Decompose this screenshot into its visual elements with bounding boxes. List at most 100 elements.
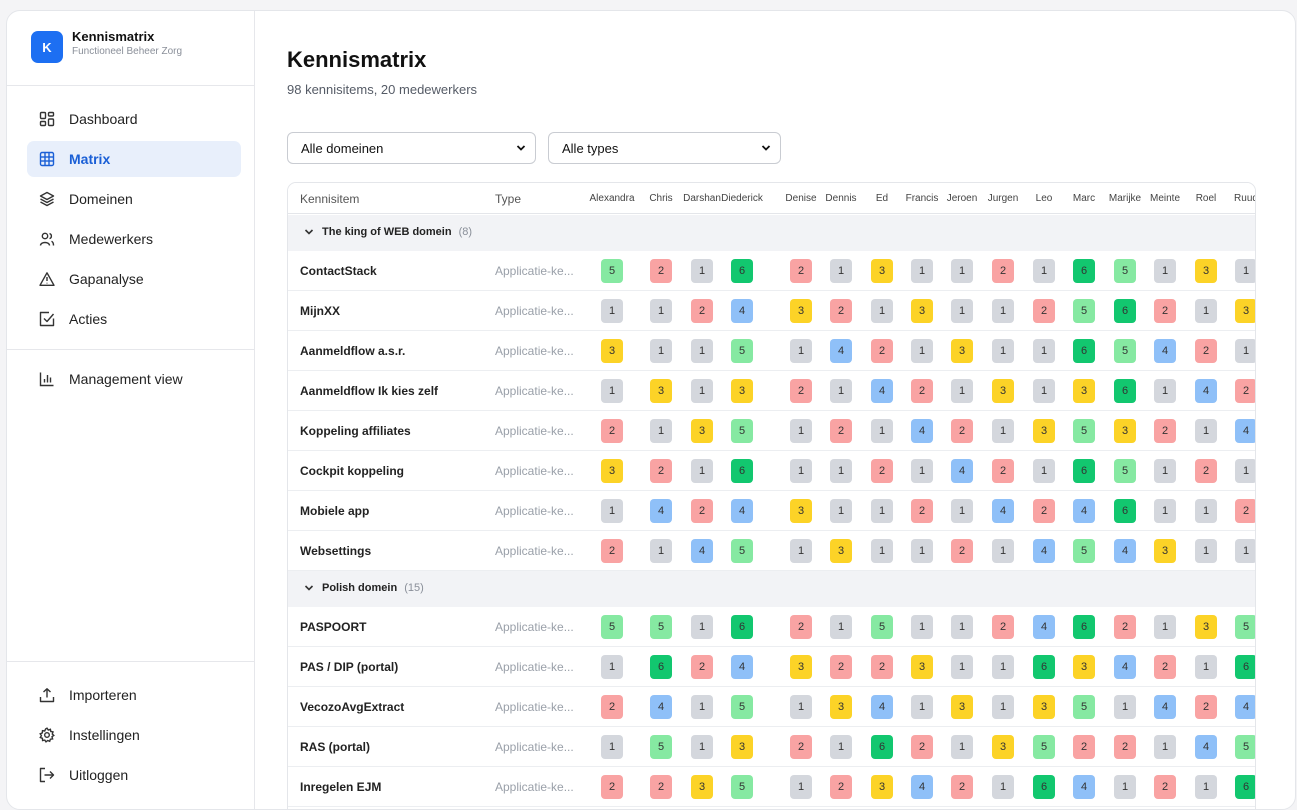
score-cell[interactable]: 1 — [1033, 379, 1055, 403]
score-cell[interactable]: 1 — [951, 499, 973, 523]
score-cell[interactable]: 1 — [650, 339, 672, 363]
score-cell[interactable]: 3 — [601, 339, 623, 363]
sidebar-item-dashboard[interactable]: Dashboard — [27, 101, 241, 137]
score-cell[interactable]: 1 — [1033, 259, 1055, 283]
score-cell[interactable]: 1 — [1114, 695, 1136, 719]
score-cell[interactable]: 3 — [790, 499, 812, 523]
score-cell[interactable]: 1 — [691, 615, 713, 639]
score-cell[interactable]: 3 — [1033, 419, 1055, 443]
score-cell[interactable]: 2 — [1033, 499, 1055, 523]
score-cell[interactable]: 1 — [1235, 339, 1255, 363]
score-cell[interactable]: 1 — [911, 539, 933, 563]
score-cell[interactable]: 4 — [731, 655, 753, 679]
sidebar-item-instellingen[interactable]: Instellingen — [27, 717, 241, 753]
score-cell[interactable]: 2 — [992, 615, 1014, 639]
score-cell[interactable]: 6 — [731, 615, 753, 639]
score-cell[interactable]: 3 — [1195, 615, 1217, 639]
score-cell[interactable]: 6 — [871, 735, 893, 759]
score-cell[interactable]: 4 — [951, 459, 973, 483]
score-cell[interactable]: 2 — [830, 419, 852, 443]
score-cell[interactable]: 6 — [1033, 775, 1055, 799]
score-cell[interactable]: 1 — [1154, 259, 1176, 283]
score-cell[interactable]: 5 — [1114, 339, 1136, 363]
score-cell[interactable]: 5 — [1073, 695, 1095, 719]
score-cell[interactable]: 4 — [911, 775, 933, 799]
score-cell[interactable]: 4 — [1195, 379, 1217, 403]
score-cell[interactable]: 2 — [650, 459, 672, 483]
score-cell[interactable]: 2 — [830, 655, 852, 679]
score-cell[interactable]: 3 — [830, 695, 852, 719]
score-cell[interactable]: 4 — [1235, 419, 1255, 443]
score-cell[interactable]: 6 — [1073, 615, 1095, 639]
score-cell[interactable]: 5 — [1073, 419, 1095, 443]
score-cell[interactable]: 2 — [871, 339, 893, 363]
score-cell[interactable]: 1 — [601, 655, 623, 679]
score-cell[interactable]: 4 — [691, 539, 713, 563]
score-cell[interactable]: 3 — [731, 379, 753, 403]
score-cell[interactable]: 3 — [911, 299, 933, 323]
sidebar-item-gapanalyse[interactable]: Gapanalyse — [27, 261, 241, 297]
score-cell[interactable]: 2 — [1195, 339, 1217, 363]
score-cell[interactable]: 1 — [691, 259, 713, 283]
score-cell[interactable]: 5 — [1073, 539, 1095, 563]
score-cell[interactable]: 1 — [951, 655, 973, 679]
score-cell[interactable]: 3 — [790, 299, 812, 323]
score-cell[interactable]: 2 — [650, 775, 672, 799]
score-cell[interactable]: 1 — [691, 695, 713, 719]
score-cell[interactable]: 1 — [1195, 299, 1217, 323]
group-toggle[interactable]: The king of WEB domein (8) — [304, 226, 472, 238]
score-cell[interactable]: 1 — [830, 379, 852, 403]
score-cell[interactable]: 3 — [790, 655, 812, 679]
score-cell[interactable]: 1 — [951, 299, 973, 323]
score-cell[interactable]: 2 — [601, 695, 623, 719]
score-cell[interactable]: 1 — [691, 339, 713, 363]
score-cell[interactable]: 3 — [1195, 259, 1217, 283]
score-cell[interactable]: 2 — [790, 379, 812, 403]
score-cell[interactable]: 6 — [1073, 339, 1095, 363]
score-cell[interactable]: 1 — [1154, 459, 1176, 483]
score-cell[interactable]: 1 — [992, 775, 1014, 799]
score-cell[interactable]: 1 — [992, 419, 1014, 443]
score-cell[interactable]: 1 — [871, 299, 893, 323]
score-cell[interactable]: 3 — [951, 339, 973, 363]
score-cell[interactable]: 3 — [1033, 695, 1055, 719]
score-cell[interactable]: 4 — [992, 499, 1014, 523]
score-cell[interactable]: 2 — [601, 419, 623, 443]
score-cell[interactable]: 6 — [1235, 655, 1255, 679]
score-cell[interactable]: 2 — [1195, 459, 1217, 483]
score-cell[interactable]: 1 — [1154, 499, 1176, 523]
score-cell[interactable]: 5 — [601, 259, 623, 283]
score-cell[interactable]: 1 — [691, 735, 713, 759]
score-cell[interactable]: 5 — [731, 419, 753, 443]
score-cell[interactable]: 2 — [992, 259, 1014, 283]
score-cell[interactable]: 1 — [1154, 379, 1176, 403]
type-filter-select[interactable]: Alle types — [548, 132, 781, 164]
score-cell[interactable]: 5 — [1114, 259, 1136, 283]
score-cell[interactable]: 4 — [1154, 339, 1176, 363]
score-cell[interactable]: 1 — [790, 539, 812, 563]
score-cell[interactable]: 1 — [871, 419, 893, 443]
score-cell[interactable]: 1 — [992, 695, 1014, 719]
score-cell[interactable]: 5 — [731, 775, 753, 799]
score-cell[interactable]: 1 — [1195, 655, 1217, 679]
score-cell[interactable]: 5 — [1033, 735, 1055, 759]
score-cell[interactable]: 6 — [1073, 259, 1095, 283]
score-cell[interactable]: 5 — [650, 735, 672, 759]
score-cell[interactable]: 2 — [1073, 735, 1095, 759]
score-cell[interactable]: 4 — [871, 695, 893, 719]
score-cell[interactable]: 2 — [1033, 299, 1055, 323]
group-toggle[interactable]: Polish domein (15) — [304, 582, 424, 594]
score-cell[interactable]: 2 — [871, 655, 893, 679]
score-cell[interactable]: 2 — [951, 419, 973, 443]
score-cell[interactable]: 2 — [830, 299, 852, 323]
score-cell[interactable]: 1 — [790, 339, 812, 363]
score-cell[interactable]: 6 — [731, 259, 753, 283]
score-cell[interactable]: 2 — [601, 539, 623, 563]
score-cell[interactable]: 5 — [871, 615, 893, 639]
score-cell[interactable]: 2 — [1114, 735, 1136, 759]
score-cell[interactable]: 6 — [1235, 775, 1255, 799]
score-cell[interactable]: 4 — [731, 299, 753, 323]
score-cell[interactable]: 1 — [1235, 259, 1255, 283]
score-cell[interactable]: 3 — [731, 735, 753, 759]
score-cell[interactable]: 1 — [830, 259, 852, 283]
